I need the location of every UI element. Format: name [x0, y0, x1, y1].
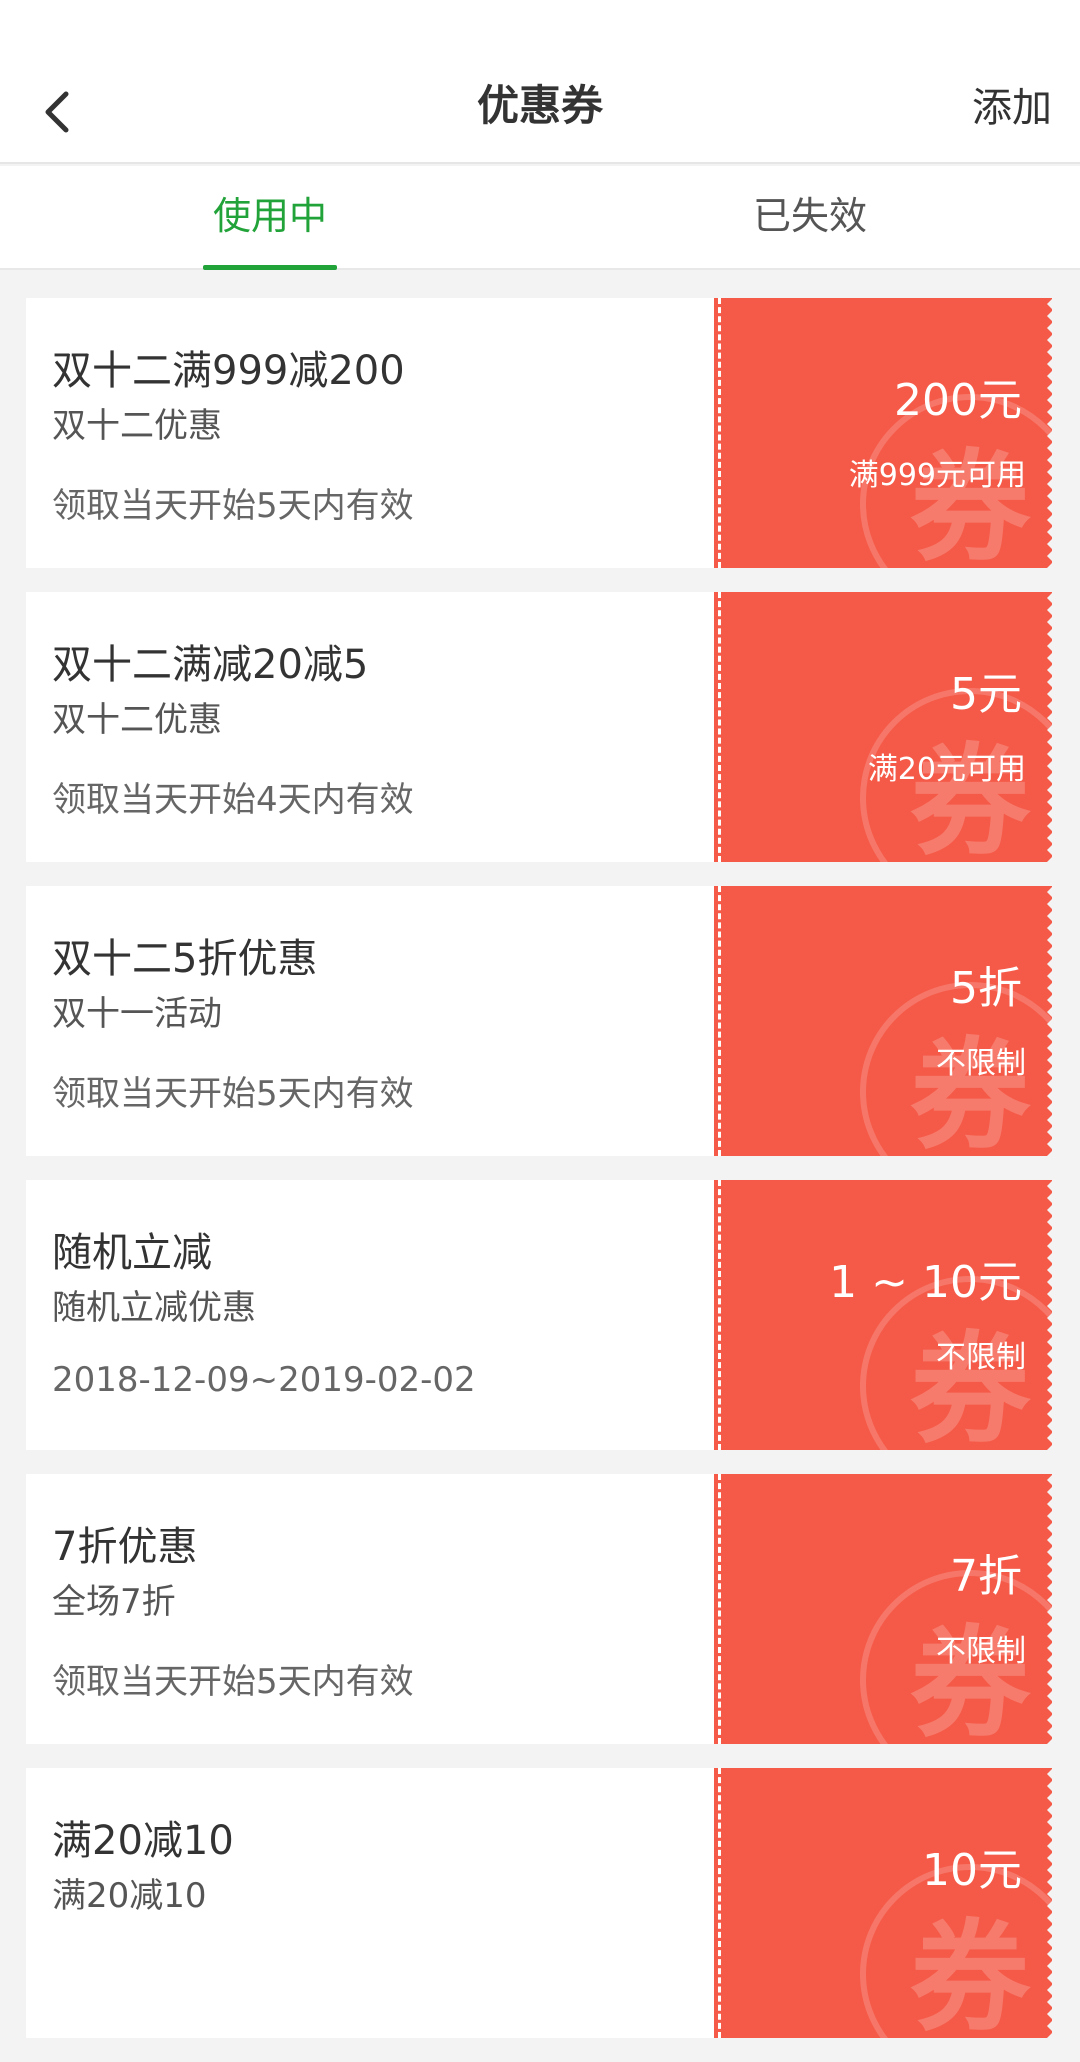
coupon-info: 随机立减 随机立减优惠 2018-12-09~2019-02-02: [26, 1180, 714, 1450]
header: 优惠券 添加: [0, 0, 1080, 164]
coupon-value-panel: 券 10元: [714, 1768, 1052, 2038]
coupon-card[interactable]: 满20减10 满20减10 券 10元: [26, 1768, 1052, 2038]
coupon-divider: [718, 1180, 721, 1450]
coupon-divider: [718, 1474, 721, 1744]
coupon-info: 7折优惠 全场7折 领取当天开始5天内有效: [26, 1474, 714, 1744]
tab-label: 使用中: [212, 194, 327, 238]
coupon-card[interactable]: 随机立减 随机立减优惠 2018-12-09~2019-02-02 券 1 ~ …: [26, 1180, 1052, 1450]
coupon-desc: 全场7折: [52, 1582, 176, 1622]
coupon-validity: 领取当天开始5天内有效: [52, 1074, 414, 1114]
zigzag-edge: [1047, 1769, 1052, 2038]
coupon-list: 双十二满999减200 双十二优惠 领取当天开始5天内有效 券 200元 满99…: [26, 298, 1052, 2062]
tab-label: 已失效: [752, 194, 867, 238]
coupon-name: 双十二满减20减5: [52, 642, 369, 688]
coupon-amount: 1 ~ 10元: [829, 1257, 1022, 1308]
coupon-info: 双十二5折优惠 双十一活动 领取当天开始5天内有效: [26, 886, 714, 1156]
coupon-card[interactable]: 双十二满999减200 双十二优惠 领取当天开始5天内有效 券 200元 满99…: [26, 298, 1052, 568]
page-title: 优惠券: [476, 81, 603, 130]
coupon-divider: [718, 886, 721, 1156]
coupon-divider: [718, 298, 721, 568]
zigzag-edge: [1047, 1181, 1052, 1450]
coupon-desc: 双十二优惠: [52, 406, 222, 446]
coupon-name: 随机立减: [52, 1230, 212, 1276]
coupon-card[interactable]: 7折优惠 全场7折 领取当天开始5天内有效 券 7折 不限制: [26, 1474, 1052, 1744]
tab-in-use[interactable]: 使用中: [0, 166, 540, 270]
add-button[interactable]: 添加: [972, 80, 1052, 136]
coupon-name: 7折优惠: [52, 1524, 198, 1570]
zigzag-edge: [1047, 593, 1052, 862]
coupon-validity: 领取当天开始4天内有效: [52, 780, 414, 820]
tab-active-indicator: [203, 265, 337, 270]
coupon-name: 满20减10: [52, 1818, 234, 1864]
zigzag-edge: [1047, 887, 1052, 1156]
coupon-amount: 7折: [950, 1551, 1022, 1602]
coupon-divider: [718, 1768, 721, 2038]
coupon-condition: 满20元可用: [867, 752, 1026, 787]
coupon-value-panel: 券 1 ~ 10元 不限制: [714, 1180, 1052, 1450]
coupon-value-panel: 券 5元 满20元可用: [714, 592, 1052, 862]
coupon-value-panel: 券 7折 不限制: [714, 1474, 1052, 1744]
coupon-name: 双十二5折优惠: [52, 936, 318, 982]
zigzag-edge: [1047, 1475, 1052, 1744]
coupon-condition: 不限制: [936, 1634, 1026, 1669]
coupon-validity: 2018-12-09~2019-02-02: [52, 1360, 476, 1400]
tab-bar: 使用中 已失效: [0, 166, 1080, 270]
coupon-desc: 随机立减优惠: [52, 1288, 256, 1328]
coupon-condition: 满999元可用: [848, 458, 1026, 493]
coupon-amount: 10元: [922, 1845, 1022, 1896]
coupon-name: 双十二满999减200: [52, 348, 405, 394]
zigzag-edge: [1047, 299, 1052, 568]
tab-expired[interactable]: 已失效: [540, 166, 1080, 268]
coupon-desc: 双十一活动: [52, 994, 222, 1034]
coupon-info: 双十二满999减200 双十二优惠 领取当天开始5天内有效: [26, 298, 714, 568]
coupon-validity: 领取当天开始5天内有效: [52, 486, 414, 526]
coupon-amount: 5元: [950, 669, 1022, 720]
coupon-value-panel: 券 200元 满999元可用: [714, 298, 1052, 568]
coupon-card[interactable]: 双十二满减20减5 双十二优惠 领取当天开始4天内有效 券 5元 满20元可用: [26, 592, 1052, 862]
coupon-info: 满20减10 满20减10: [26, 1768, 714, 2038]
coupon-value-panel: 券 5折 不限制: [714, 886, 1052, 1156]
coupon-info: 双十二满减20减5 双十二优惠 领取当天开始4天内有效: [26, 592, 714, 862]
coupon-card[interactable]: 双十二5折优惠 双十一活动 领取当天开始5天内有效 券 5折 不限制: [26, 886, 1052, 1156]
coupon-desc: 双十二优惠: [52, 700, 222, 740]
coupon-condition: 不限制: [936, 1340, 1026, 1375]
coupon-amount: 200元: [894, 375, 1022, 426]
coupon-desc: 满20减10: [52, 1876, 207, 1916]
coupon-validity: 领取当天开始5天内有效: [52, 1662, 414, 1702]
coupon-amount: 5折: [950, 963, 1022, 1014]
coupon-condition: 不限制: [936, 1046, 1026, 1081]
coupon-divider: [718, 592, 721, 862]
